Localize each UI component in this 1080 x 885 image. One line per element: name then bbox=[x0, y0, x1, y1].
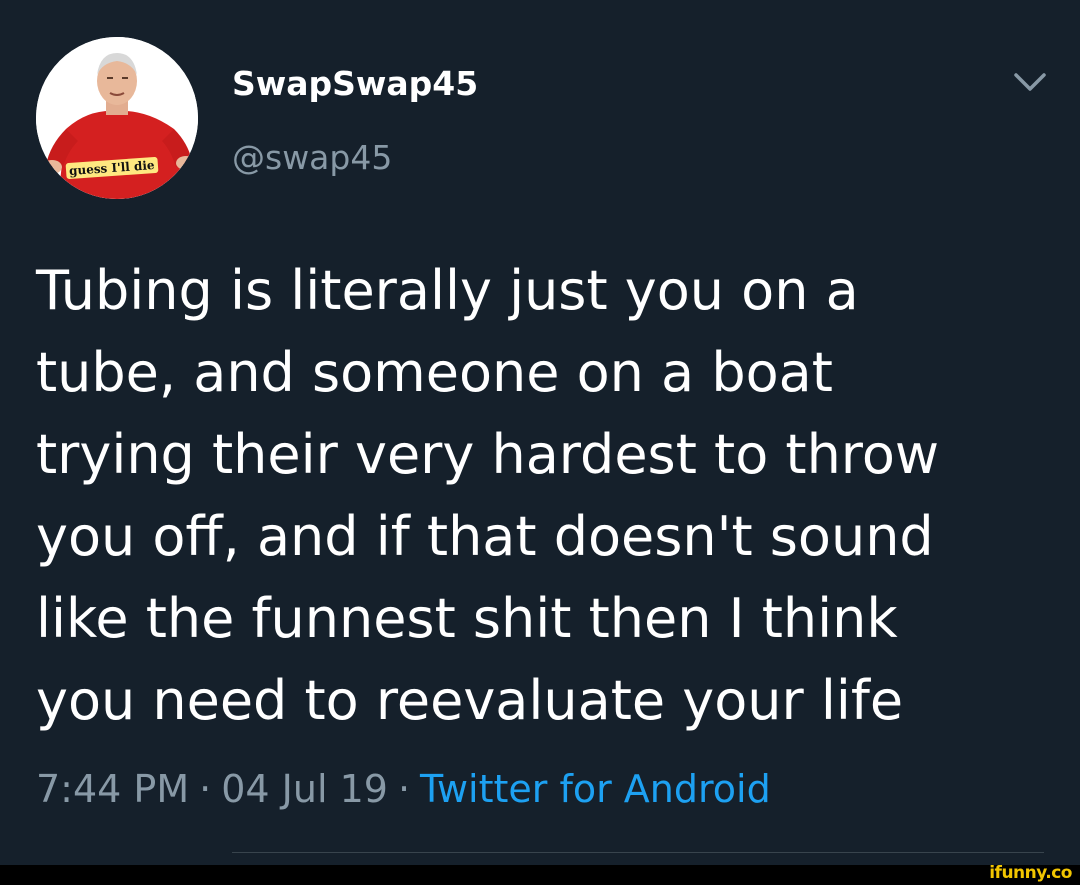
user-handle[interactable]: @swap45 bbox=[232, 136, 392, 180]
display-name[interactable]: SwapSwap45 bbox=[232, 62, 478, 106]
watermark-logo: ifunny.co bbox=[989, 863, 1072, 883]
tweet-time[interactable]: 7:44 PM bbox=[36, 767, 189, 811]
tweet-card: guess I'll die SwapSwap45 @swap45 Tubing… bbox=[0, 0, 1080, 865]
divider bbox=[232, 852, 1044, 853]
tweet-date[interactable]: 04 Jul 19 bbox=[221, 767, 388, 811]
watermark-bar bbox=[0, 865, 1080, 885]
tweet-meta: 7:44 PM · 04 Jul 19 · Twitter for Android bbox=[36, 764, 771, 814]
tweet-source-link[interactable]: Twitter for Android bbox=[420, 767, 771, 811]
avatar[interactable]: guess I'll die bbox=[36, 37, 198, 199]
tweet-text: Tubing is literally just you on a tube, … bbox=[36, 259, 940, 732]
chevron-down-icon[interactable] bbox=[1012, 70, 1048, 94]
meta-separator: · bbox=[199, 767, 212, 811]
meta-separator: · bbox=[397, 767, 411, 811]
